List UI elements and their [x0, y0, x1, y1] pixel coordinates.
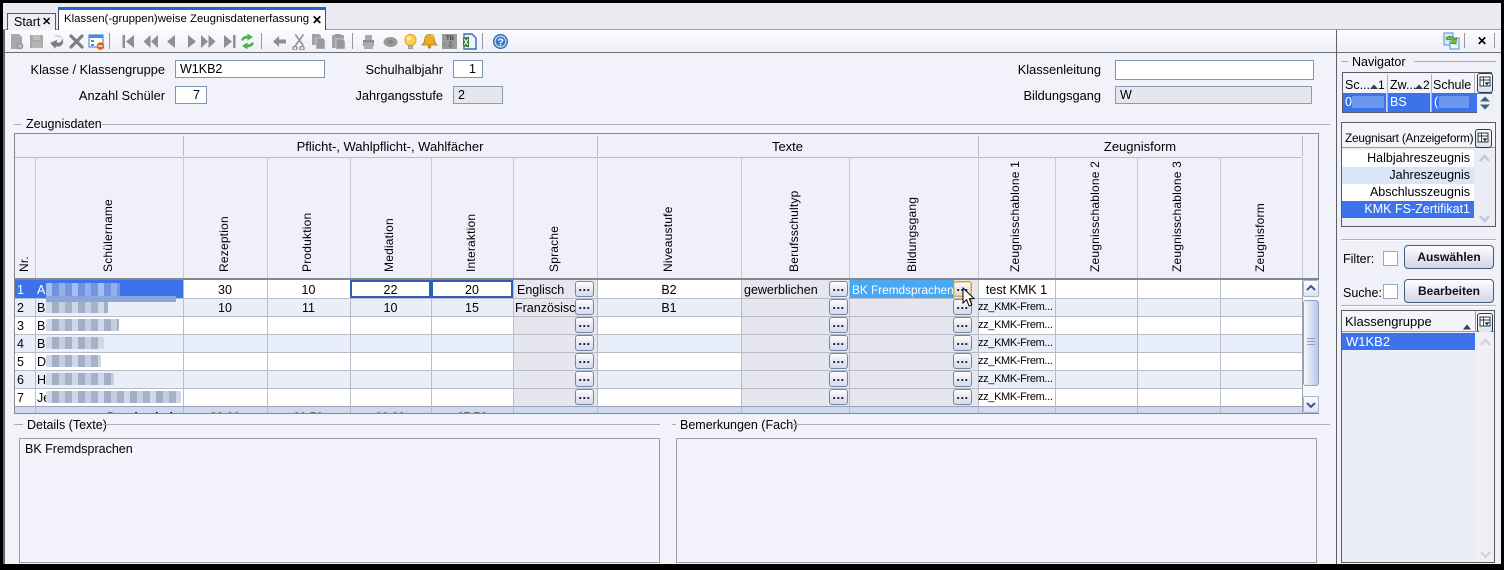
- svg-text:?: ?: [497, 36, 503, 48]
